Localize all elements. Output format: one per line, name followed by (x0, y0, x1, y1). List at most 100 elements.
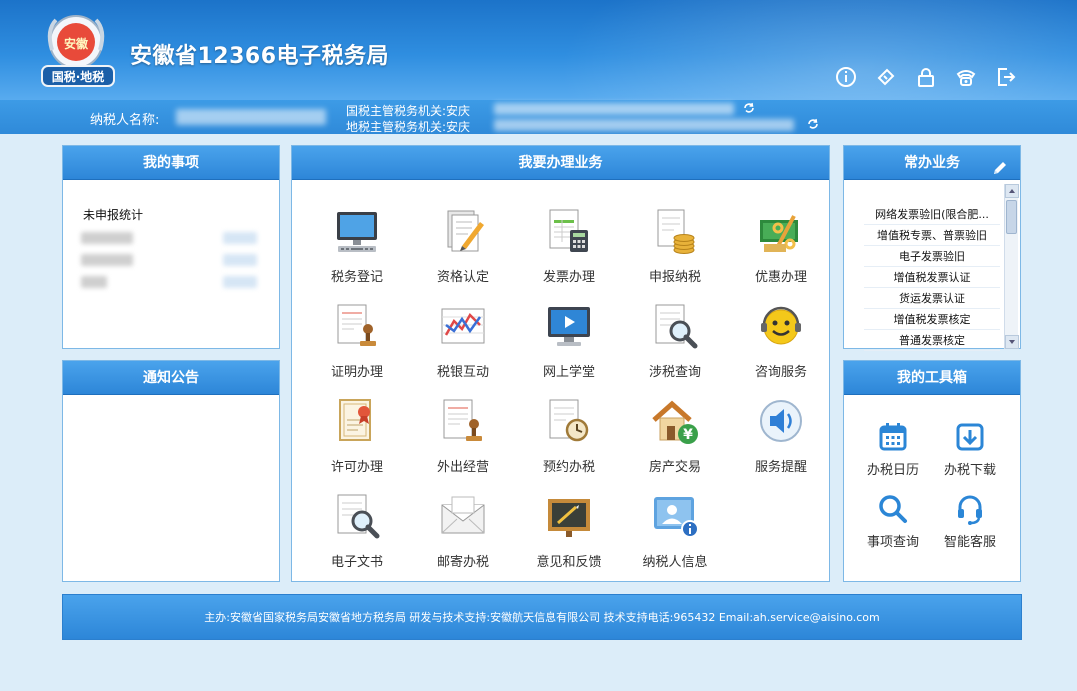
pending-count-redacted (223, 254, 257, 266)
business-item[interactable]: 咨询服务 (736, 301, 826, 391)
business-item[interactable]: 证明办理 (312, 301, 402, 391)
common-business-item[interactable]: 电子发票验旧 (864, 246, 1000, 267)
tool-customer-service[interactable]: 智能客服 (935, 493, 1005, 550)
my-items-title: 我的事项 (63, 146, 279, 180)
business-item[interactable]: 税务登记 (312, 206, 402, 296)
site-header: 安徽 国税·地税 安徽省12366电子税务局 (0, 0, 1077, 100)
common-business-item[interactable]: 增值税发票认证 (864, 267, 1000, 288)
svg-text:¥: ¥ (683, 427, 693, 443)
pencil-icon[interactable] (992, 155, 1008, 174)
business-item[interactable]: 网上学堂 (524, 301, 614, 391)
business-item[interactable]: 发票办理 (524, 206, 614, 296)
common-business-item[interactable]: 普通发票核定 (864, 330, 1000, 351)
logout-icon[interactable] (995, 66, 1017, 88)
taxpayer-name-redacted (176, 109, 326, 125)
pending-item-redacted (81, 276, 107, 288)
coins-document-icon (650, 206, 700, 256)
phone-icon[interactable] (955, 66, 977, 88)
logo-text: 国税·地税 (52, 69, 105, 84)
pending-count-redacted (223, 232, 257, 244)
common-business-item[interactable]: 网络发票验旧(限合肥... (864, 204, 1000, 225)
toolbox-panel: 我的工具箱 办税日历 办税下载 事项查询 智能客服 (843, 360, 1021, 582)
tool-calendar[interactable]: 办税日历 (858, 421, 928, 478)
business-item-label: 意见和反馈 (536, 555, 602, 570)
business-item[interactable]: 许可办理 (312, 396, 402, 486)
calendar-icon (879, 423, 907, 451)
pending-item-redacted (81, 232, 133, 244)
business-item[interactable]: 意见和反馈 (524, 491, 614, 581)
scroll-up-button[interactable] (1005, 184, 1019, 198)
pending-item-redacted (81, 254, 133, 266)
business-item[interactable]: 电子文书 (312, 491, 402, 581)
tool-customer-service-label: 智能客服 (943, 535, 996, 550)
business-item[interactable]: 服务提醒 (736, 396, 826, 486)
magnifier-document-icon (332, 491, 382, 541)
notice-panel: 通知公告 (62, 360, 280, 582)
smiley-headset-icon (756, 301, 806, 351)
business-item[interactable]: 外出经营 (418, 396, 508, 486)
business-item[interactable]: 申报纳税 (630, 206, 720, 296)
scroll-down-button[interactable] (1005, 335, 1019, 349)
business-item-label: 证明办理 (330, 365, 383, 380)
common-business-item[interactable]: 增值税专票、普票验旧 (864, 225, 1000, 246)
business-item-label: 纳税人信息 (642, 555, 708, 570)
tool-search[interactable]: 事项查询 (858, 493, 928, 550)
footer-text: 主办:安徽省国家税务局安徽省地方税务局 研发与技术支持:安徽航天信息有限公司 技… (204, 611, 880, 624)
tool-download[interactable]: 办税下载 (935, 421, 1005, 478)
business-item[interactable]: 纳税人信息 (630, 491, 720, 581)
local-tax-authority-redacted (494, 119, 794, 131)
search-icon (879, 495, 907, 523)
business-item[interactable]: 预约办税 (524, 396, 614, 486)
business-item-label: 外出经营 (436, 460, 489, 475)
business-item-label: 发票办理 (542, 270, 595, 285)
house-yuan-icon: ¥ (650, 396, 700, 446)
scroll-thumb[interactable] (1006, 200, 1017, 234)
business-item[interactable]: ¥ 房产交易 (630, 396, 720, 486)
toolbox-title: 我的工具箱 (844, 361, 1020, 395)
common-business-item[interactable]: 增值税发票核定 (864, 309, 1000, 330)
refresh-icon[interactable] (742, 101, 756, 115)
business-item-label: 服务提醒 (754, 460, 807, 475)
chart-icon (438, 301, 488, 351)
pending-declaration-title[interactable]: 未申报统计 (83, 206, 143, 223)
taxpayer-info-bar: 纳税人名称: 国税主管税务机关:安庆 地税主管税务机关:安庆 (0, 100, 1077, 134)
lock-icon[interactable] (915, 66, 937, 88)
business-item-label: 房产交易 (648, 460, 701, 475)
clock-document-icon (544, 396, 594, 446)
business-item[interactable]: 邮寄办税 (418, 491, 508, 581)
common-business-list: 网络发票验旧(限合肥... 增值税专票、普票验旧 电子发票验旧 增值税发票认证 货运发票… (864, 204, 1000, 351)
tool-calendar-label: 办税日历 (866, 463, 919, 478)
business-item[interactable]: 资格认定 (418, 206, 508, 296)
business-item-label: 网上学堂 (542, 365, 595, 380)
common-business-item[interactable]: 货运发票认证 (864, 288, 1000, 309)
info-icon[interactable] (835, 66, 857, 88)
headset-icon (958, 495, 982, 525)
logo-badge-text: 安徽 (64, 36, 89, 51)
national-tax-authority-label: 国税主管税务机关:安庆 (346, 104, 471, 118)
invoice-calculator-icon (544, 206, 594, 256)
business-title: 我要办理业务 (292, 146, 829, 180)
common-list-scrollbar[interactable] (1004, 184, 1019, 349)
document-pencil-icon (438, 206, 488, 256)
header-toolbar (835, 66, 1017, 88)
notice-title: 通知公告 (63, 361, 279, 395)
refresh-icon[interactable] (806, 117, 820, 131)
ticket-icon[interactable] (875, 66, 897, 88)
business-item[interactable]: 涉税查询 (630, 301, 720, 391)
download-icon (956, 423, 984, 451)
business-item-label: 邮寄办税 (436, 555, 489, 570)
tool-download-label: 办税下载 (943, 463, 996, 478)
business-item-label: 涉税查询 (648, 365, 701, 380)
my-items-panel: 我的事项 未申报统计 (62, 145, 280, 349)
business-item[interactable]: 税银互动 (418, 301, 508, 391)
business-item-label: 税银互动 (436, 365, 489, 380)
tax-emblem-logo: 安徽 国税·地税 (38, 10, 120, 92)
local-tax-authority-label: 地税主管税务机关:安庆 (346, 120, 471, 134)
site-title: 安徽省12366电子税务局 (130, 44, 390, 69)
national-tax-authority-redacted (494, 103, 734, 115)
stamp-document-icon (438, 396, 488, 446)
business-item-label: 资格认定 (436, 270, 489, 285)
certificate-icon (332, 396, 382, 446)
business-item-label: 咨询服务 (754, 365, 807, 380)
business-item[interactable]: 优惠办理 (736, 206, 826, 296)
